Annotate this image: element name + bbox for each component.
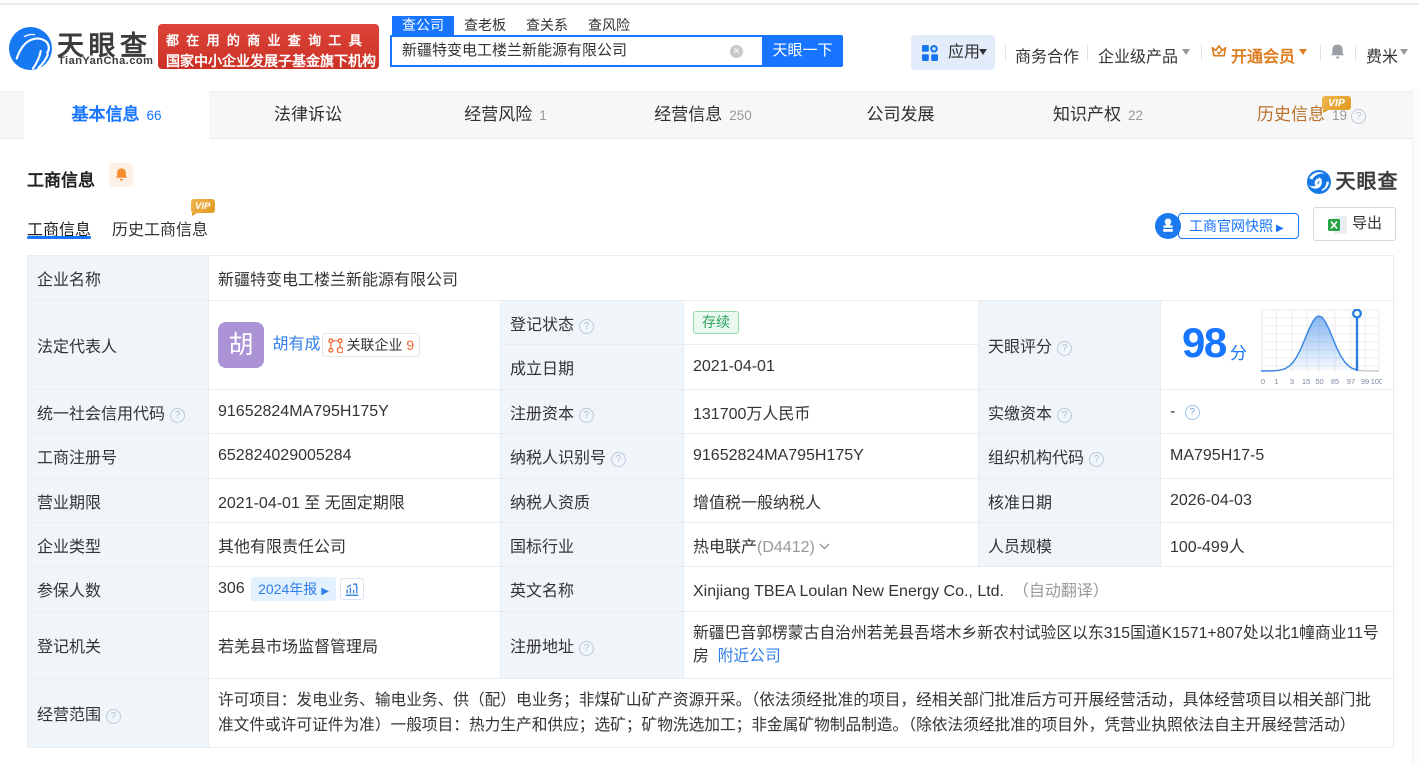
svg-text:97: 97 (1347, 377, 1355, 386)
svg-text:100: 100 (1371, 377, 1382, 386)
svg-text:50: 50 (1315, 377, 1323, 386)
svg-text:85: 85 (1331, 377, 1339, 386)
svg-text:3: 3 (1290, 377, 1294, 386)
svg-text:15: 15 (1302, 377, 1310, 386)
svg-text:99: 99 (1361, 377, 1369, 386)
svg-text:0: 0 (1261, 377, 1265, 386)
svg-text:1: 1 (1274, 377, 1278, 386)
